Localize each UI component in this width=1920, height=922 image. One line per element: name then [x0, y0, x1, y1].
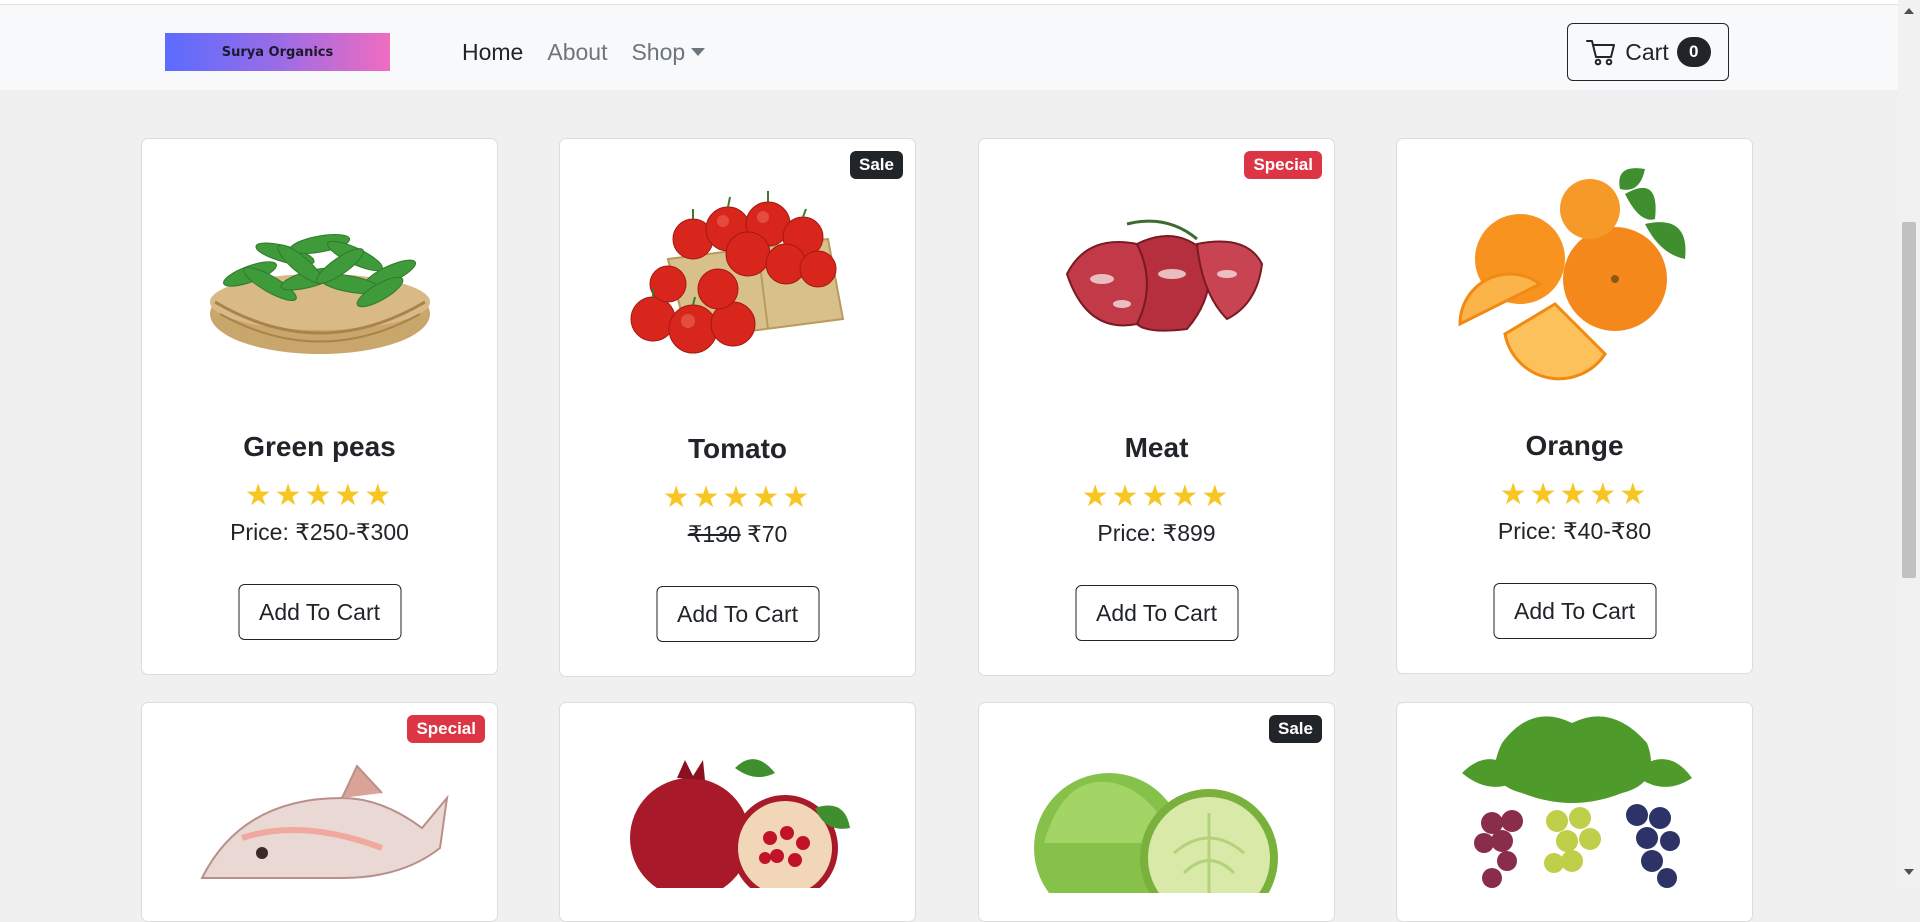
nav-home[interactable]: Home [462, 39, 523, 66]
scroll-up-arrow-icon[interactable] [1904, 8, 1914, 14]
product-price: Price: ₹250-₹300 [230, 519, 409, 545]
product-title: Tomato [687, 433, 788, 464]
product-price: Price: ₹40-₹80 [1497, 518, 1652, 544]
product-title: Orange [1525, 430, 1624, 461]
sale-badge: Sale [850, 151, 903, 179]
product-price: Price: ₹899 [1097, 520, 1216, 546]
rating-stars: ★★★★★ [244, 479, 395, 512]
brand-logo[interactable]: Surya Organics [165, 33, 390, 71]
add-to-cart-button[interactable]: Add To Cart [656, 586, 819, 642]
nav-about[interactable]: About [547, 39, 607, 66]
fish-image [182, 758, 452, 893]
cabbage-image [1024, 753, 1294, 921]
product-card-pomegranate [559, 702, 916, 922]
cart-icon [1586, 40, 1616, 66]
page-scrollbar[interactable] [1898, 0, 1920, 883]
orange-image [1397, 139, 1752, 409]
product-card-green-peas: Green peas ★★★★★ Price: ₹250-₹300 Add To… [141, 138, 498, 675]
product-card-meat: Special Meat ★★★★★ Price: ₹899 Add To Ca… [978, 138, 1335, 676]
cart-label: Cart [1625, 38, 1669, 65]
pomegranate-image [615, 748, 865, 901]
rating-stars: ★★★★★ [1081, 480, 1232, 513]
navbar: Surya Organics Home About Shop Cart 0 [0, 5, 1898, 90]
product-price: ₹130 ₹70 [560, 521, 915, 548]
special-badge: Special [407, 715, 485, 743]
special-badge: Special [1244, 151, 1322, 179]
cart-count-badge: 0 [1676, 37, 1711, 67]
add-to-cart-button[interactable]: Add To Cart [238, 584, 401, 640]
tomato-image [560, 139, 915, 409]
product-card-fish: Special [141, 702, 498, 922]
add-to-cart-button[interactable]: Add To Cart [1075, 585, 1238, 641]
nav-links: Home About Shop [462, 39, 706, 66]
product-card-orange: Orange ★★★★★ Price: ₹40-₹80 Add To Cart [1396, 138, 1753, 674]
green-peas-image [142, 139, 497, 409]
sale-badge: Sale [1269, 715, 1322, 743]
cart-button[interactable]: Cart 0 [1567, 23, 1729, 81]
scrollbar-thumb[interactable] [1902, 222, 1916, 578]
product-card-grapes [1396, 702, 1753, 922]
nav-shop-label: Shop [631, 39, 686, 65]
meat-image [979, 139, 1334, 409]
rating-stars: ★★★★★ [662, 481, 813, 514]
old-price: ₹130 [687, 521, 741, 547]
product-card-cabbage: Sale [978, 702, 1335, 922]
new-price: ₹70 [747, 521, 788, 547]
rating-stars: ★★★★★ [1499, 478, 1650, 511]
nav-shop-dropdown[interactable]: Shop [631, 39, 706, 66]
grapes-image [1442, 703, 1712, 898]
add-to-cart-button[interactable]: Add To Cart [1493, 583, 1656, 639]
product-title: Meat [1124, 432, 1189, 463]
caret-down-icon [691, 48, 706, 56]
scroll-down-arrow-icon[interactable] [1904, 869, 1914, 875]
product-card-tomato: Sale Tomato ★★★★★ ₹130 ₹70 Add To Cart [559, 138, 916, 677]
product-title: Green peas [243, 431, 396, 462]
